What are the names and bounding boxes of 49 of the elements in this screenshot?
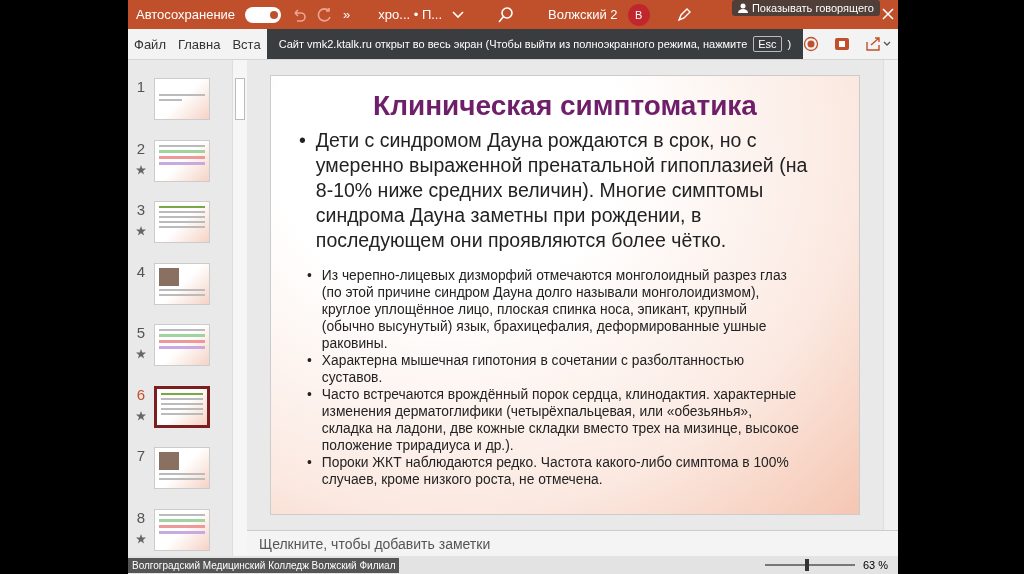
slide-number: 4: [136, 262, 146, 280]
esc-key: Esc: [753, 36, 782, 53]
record-icon[interactable]: [803, 36, 820, 53]
ribbon-tab[interactable]: Файл: [128, 36, 172, 52]
bullet-text: Из черепно-лицевых дизморфий отмечаются монголоидный разрез глаз (по этой причине синдром Дауна долго называли монголоидизмом), круглое уплощённое лицо, плоская спинка носа, эпикант, крупный (обычно высунутый) язык, брахицефалия, деформированные ушные раковины.: [321, 267, 788, 353]
photo-placeholder: [159, 452, 179, 471]
slide-number: 5: [136, 324, 146, 342]
zoom-level: 63 %: [862, 559, 888, 572]
notice-paren: ): [787, 38, 792, 51]
bullet-marker: •: [307, 454, 312, 473]
scrollbar[interactable]: [883, 60, 898, 531]
document-title[interactable]: хро... • П...: [378, 7, 443, 23]
autosave-toggle[interactable]: [245, 6, 282, 23]
slide-number: 2: [136, 139, 146, 157]
slide-number: 1: [136, 78, 146, 96]
redo-icon[interactable]: [317, 6, 334, 23]
bullet-text: Пороки ЖКТ наблюдаются редко. Частота какого-либо симптома в 100% случаев, кроме низкого роста, не отмечена.: [321, 454, 790, 489]
participant-label: Волгоградский Медицинский Колледж Волжский Филиал: [128, 557, 400, 573]
chevron-icon[interactable]: [452, 10, 465, 19]
bullet-marker: •: [299, 128, 306, 154]
bullet-marker: •: [307, 352, 312, 371]
notice-text: Сайт vmk2.ktalk.ru открыт во весь экран (Чтобы выйти из полноэкранного режима, нажмите: [278, 38, 748, 51]
bullet-text: Часто встречаются врождённый порок сердца, клинодактия. характерные изменения дерматоглифики (четырёхпальцевая, или «обезьянья», складка на ладони, две кожные складки вместо трех на мизинце, высокое положение трирадиуса и др.).: [321, 386, 800, 455]
close-icon[interactable]: [882, 8, 894, 20]
photo-placeholder: [159, 267, 179, 286]
slide-thumbnail[interactable]: [154, 385, 210, 428]
user-name: Волжский 2: [548, 7, 618, 23]
user-avatar[interactable]: В: [627, 3, 650, 26]
undo-icon[interactable]: [291, 6, 308, 23]
notes-field[interactable]: Щелкните, чтобы добавить заметки: [247, 530, 898, 557]
ribbon-tab[interactable]: Вста: [226, 36, 267, 52]
slide-number: 6: [136, 385, 146, 403]
slide-number: 3: [136, 201, 146, 219]
slide-title: Клиническая симптоматика: [372, 90, 758, 123]
search-icon[interactable]: [498, 6, 515, 23]
speaker-view-button[interactable]: Показывать говорящего: [731, 0, 880, 16]
person-icon: [737, 3, 748, 13]
bullet-marker: •: [307, 267, 312, 286]
bullet-marker: •: [307, 386, 312, 405]
bullet-text: Характерна мышечная гипотония в сочетании с разболтанностью суставов.: [321, 352, 746, 387]
share-icon[interactable]: [865, 36, 892, 53]
slide-number: 7: [136, 447, 146, 465]
autosave-label: Автосохранение: [136, 7, 236, 23]
pen-icon[interactable]: [675, 6, 692, 23]
overflow-button[interactable]: »: [343, 7, 351, 23]
scrollbar[interactable]: [232, 60, 247, 557]
ribbon-tab[interactable]: Главна: [171, 36, 227, 52]
slide-number: 8: [136, 508, 146, 526]
bullet-text: Дети с синдромом Дауна рождаются в срок, но с умеренно выраженной пренатальной гипоплазией (на 8-10% ниже средних величин). Многие симптомы синдрома Дауна заметны при рождении, в последующем они проявляются более чётко.: [315, 128, 809, 254]
